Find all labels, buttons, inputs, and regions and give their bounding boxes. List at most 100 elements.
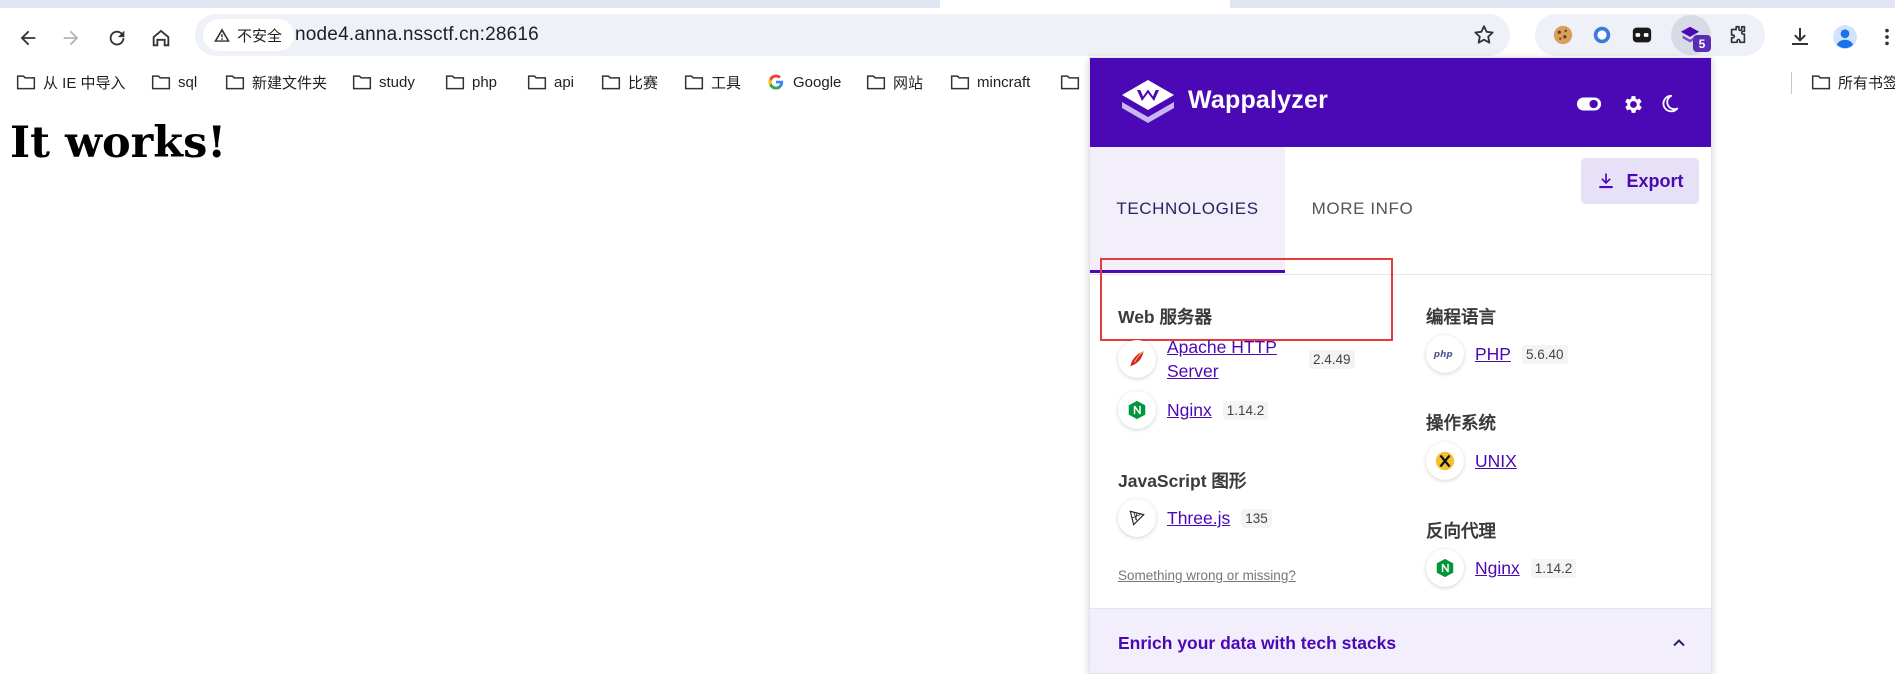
folder-icon — [1060, 75, 1080, 90]
tab-strip — [0, 0, 1895, 8]
folder-icon — [352, 75, 372, 90]
enrich-panel[interactable]: Enrich your data with tech stacks — [1090, 608, 1711, 673]
bookmark-label: 工具 — [711, 74, 742, 92]
export-label: Export — [1626, 170, 1684, 191]
svg-text:php: php — [1433, 350, 1453, 360]
menu-button[interactable] — [1872, 22, 1895, 52]
apache-feather-icon — [1118, 340, 1156, 378]
bookmark-folder[interactable]: study — [352, 69, 415, 95]
dark-mode-moon-icon[interactable] — [1656, 91, 1682, 117]
bookmark-label: 网站 — [893, 74, 924, 92]
arrow-right-icon — [63, 30, 79, 46]
bookmark-folder[interactable]: 从 IE 中导入 — [16, 69, 126, 95]
threejs-icon — [1118, 499, 1156, 537]
forward-button[interactable] — [56, 23, 86, 53]
tech-name[interactable]: PHP — [1475, 342, 1511, 366]
report-issue-link[interactable]: Something wrong or missing? — [1118, 568, 1296, 583]
home-icon — [152, 29, 170, 47]
bookmark-folder[interactable]: api — [527, 69, 574, 95]
folder-icon — [950, 75, 970, 90]
bookmark-folder[interactable]: sql — [151, 69, 197, 95]
arrow-left-icon — [20, 30, 36, 46]
wappalyzer-logo-icon — [1122, 80, 1174, 123]
bookmark-label: 从 IE 中导入 — [43, 74, 126, 92]
download-icon — [1792, 28, 1808, 45]
cookie-extension-icon[interactable] — [1551, 23, 1575, 47]
all-bookmarks[interactable]: 所有书签 — [1811, 69, 1895, 95]
category-programming-language: 编程语言 — [1426, 307, 1496, 327]
nginx-icon — [1118, 391, 1156, 429]
chevron-up-icon[interactable] — [1669, 633, 1689, 653]
tab-more-info[interactable]: MORE INFO — [1285, 147, 1440, 270]
unix-icon — [1426, 442, 1464, 480]
bookmark-folder[interactable]: 比赛 — [601, 69, 658, 95]
folder-icon — [225, 75, 245, 90]
tech-unix: UNIX — [1426, 442, 1517, 480]
toggle-icon[interactable] — [1576, 91, 1602, 117]
security-chip[interactable]: 不安全 — [203, 19, 295, 51]
tech-apache: Apache HTTP Server 2.4.49 — [1118, 335, 1355, 383]
warning-icon — [214, 28, 230, 42]
mask-extension-icon[interactable] — [1630, 23, 1654, 47]
url-text[interactable]: node4.anna.nssctf.cn:28616 — [295, 14, 539, 56]
bookmark-star-icon[interactable] — [1472, 23, 1496, 47]
tech-name-line1[interactable]: Apache HTTP — [1167, 335, 1304, 359]
bookmark-google[interactable]: Google — [766, 69, 841, 95]
tech-threejs: Three.js 135 — [1118, 499, 1272, 537]
home-button[interactable] — [146, 23, 176, 53]
security-label: 不安全 — [237, 27, 283, 45]
bookmark-folder[interactable]: mincraft — [950, 69, 1030, 95]
settings-gear-icon[interactable] — [1619, 91, 1645, 117]
back-button[interactable] — [13, 23, 43, 53]
tech-version: 5.6.40 — [1521, 344, 1568, 364]
tech-version: 135 — [1241, 508, 1272, 528]
bookmark-label: study — [379, 73, 415, 91]
tech-nginx: Nginx 1.14.2 — [1118, 391, 1269, 429]
bookmark-label: 新建文件夹 — [252, 74, 328, 92]
bookmark-label: php — [472, 73, 498, 91]
folder-icon — [684, 75, 704, 90]
tech-nginx-proxy: Nginx 1.14.2 — [1426, 549, 1577, 587]
tech-name-line2[interactable]: Server — [1167, 359, 1304, 383]
bookmark-folder[interactable]: 新建文件夹 — [225, 69, 327, 95]
bookmark-label: mincraft — [977, 73, 1031, 91]
bookmark-label: api — [554, 73, 575, 91]
folder-icon — [601, 75, 621, 90]
folder-icon — [445, 75, 465, 90]
extension-badge: 5 — [1693, 35, 1711, 52]
export-button[interactable]: Export — [1581, 158, 1699, 204]
bookmark-folder[interactable]: 工具 — [684, 69, 741, 95]
tab-technologies[interactable]: TECHNOLOGIES — [1090, 147, 1285, 273]
active-tab[interactable] — [940, 0, 1230, 8]
extensions-puzzle-icon[interactable] — [1726, 23, 1750, 47]
bookmark-folder[interactable]: php — [445, 69, 497, 95]
bookmark-folder[interactable] — [1060, 69, 1080, 95]
folder-icon — [1811, 75, 1831, 90]
tech-name[interactable]: UNIX — [1475, 449, 1517, 473]
category-reverse-proxy: 反向代理 — [1426, 521, 1496, 541]
reload-button[interactable] — [102, 23, 132, 53]
folder-icon — [866, 75, 886, 90]
ring-extension-icon[interactable] — [1590, 23, 1614, 47]
profile-button[interactable] — [1830, 22, 1860, 52]
tech-version: 2.4.49 — [1309, 349, 1355, 369]
tech-name[interactable]: Nginx — [1167, 398, 1212, 422]
tech-name[interactable]: Three.js — [1167, 506, 1230, 530]
address-bar[interactable]: 不安全 node4.anna.nssctf.cn:28616 — [195, 14, 1510, 56]
bookmark-label: 比赛 — [628, 74, 659, 92]
category-os: 操作系统 — [1426, 413, 1496, 433]
folder-icon — [527, 75, 547, 90]
bookmark-label: Google — [793, 73, 842, 91]
downloads-button[interactable] — [1785, 22, 1815, 52]
wappalyzer-popup: Wappalyzer TECHNOLOGIES MORE INFO Export… — [1089, 57, 1712, 674]
bookmark-label: sql — [178, 73, 198, 91]
popup-header: Wappalyzer — [1090, 58, 1711, 147]
php-icon: php — [1426, 335, 1464, 373]
more-vert-icon — [1885, 28, 1889, 46]
category-javascript-graphics: JavaScript 图形 — [1118, 471, 1247, 491]
tech-name[interactable]: Nginx — [1475, 556, 1520, 580]
tech-name-apache[interactable]: Apache HTTP Server — [1167, 335, 1304, 383]
bookmark-folder[interactable]: 网站 — [866, 69, 923, 95]
page-heading: It works! — [10, 118, 227, 168]
highlight-box — [1100, 258, 1393, 341]
